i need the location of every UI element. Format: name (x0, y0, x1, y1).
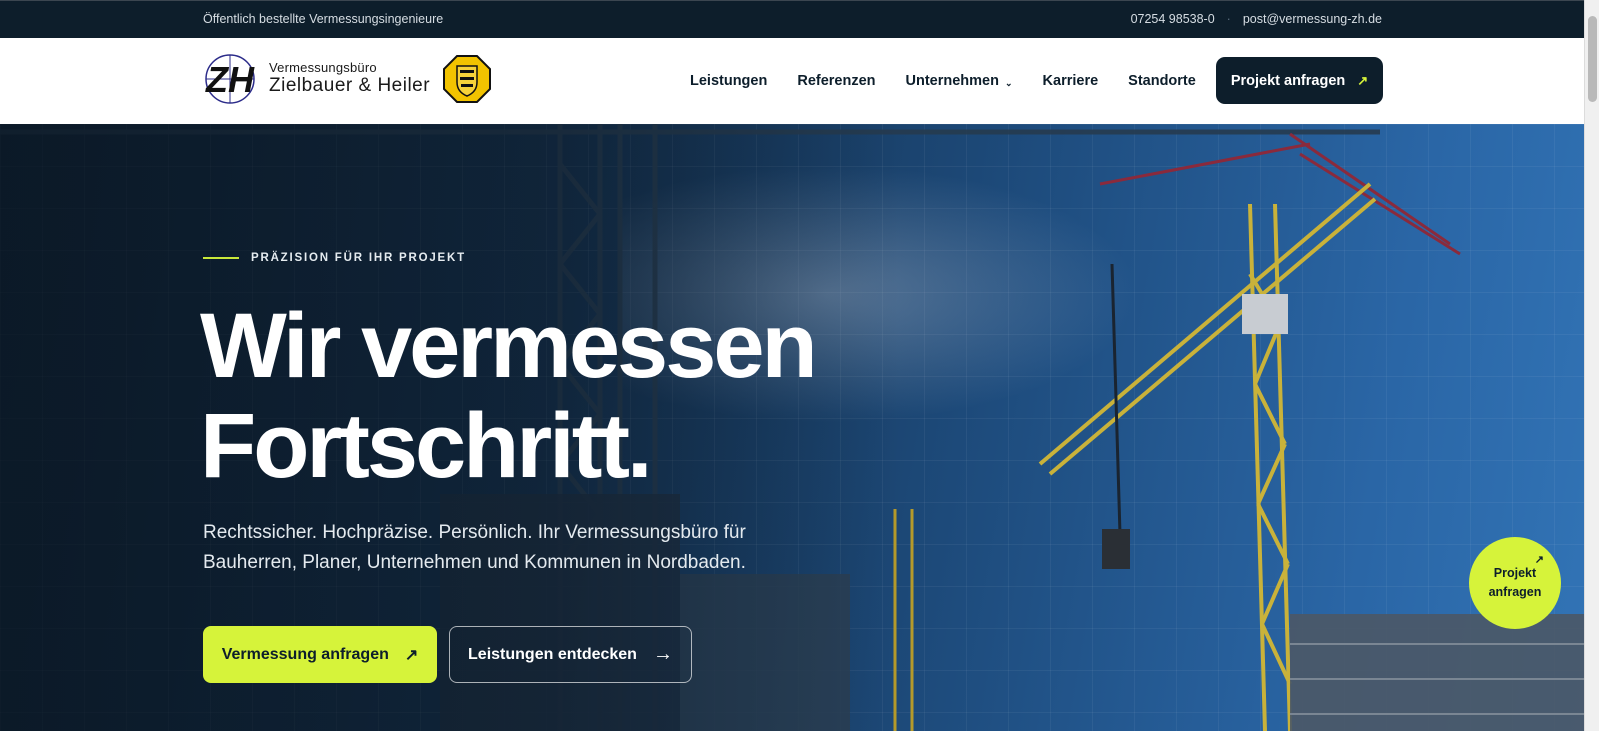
nav-item-karriere[interactable]: Karriere (1043, 72, 1099, 89)
floating-project-request-button[interactable]: ↗ Projekt anfragen (1469, 537, 1561, 629)
nav-item-standorte[interactable]: Standorte (1128, 72, 1196, 89)
logo[interactable]: ZH Vermessungsbüro Zielbauer & Heiler (203, 52, 492, 106)
headline-line-1: Wir vermessen (200, 295, 818, 397)
arrow-up-right-icon: ↗ (1357, 72, 1369, 88)
arrow-right-icon: → (652, 643, 673, 665)
nav-item-unternehmen[interactable]: Unternehmen ⌄ (906, 72, 1013, 89)
contact-info: 07254 98538-0 · post@vermessung-zh.de (1131, 12, 1382, 26)
state-crest-icon (443, 55, 492, 103)
arrow-up-right-icon: ↗ (404, 646, 419, 664)
hero-subtitle: Rechtssicher. Hochpräzise. Persönlich. I… (203, 522, 746, 573)
header-project-request-button[interactable]: Projekt anfragen ↗ (1216, 57, 1383, 104)
nav-item-referenzen[interactable]: Referenzen (797, 72, 875, 89)
email-link[interactable]: post@vermessung-zh.de (1243, 12, 1382, 26)
eyebrow-text: PRÄZISION FÜR IHR PROJEKT (251, 252, 466, 264)
request-survey-label: Vermessung anfragen (221, 645, 389, 663)
nav-item-unternehmen-label: Unternehmen (905, 72, 999, 89)
headline-line-2: Fortschritt. (200, 395, 653, 497)
logo-subtitle: Vermessungsbüro (269, 60, 377, 75)
chevron-down-icon: ⌄ (1004, 78, 1013, 88)
separator: · (1226, 12, 1231, 26)
discover-services-button[interactable]: Leistungen entdecken → (449, 626, 692, 683)
discover-services-label: Leistungen entdecken (468, 645, 637, 663)
float-cta-line-2: anfragen (1488, 585, 1542, 599)
header-cta-label: Projekt anfragen (1230, 72, 1346, 89)
scrollbar[interactable] (1584, 0, 1599, 731)
logo-title: Zielbauer & Heiler (269, 75, 431, 96)
zh-logo-icon: ZH (205, 54, 255, 104)
phone-link[interactable]: 07254 98538-0 (1131, 12, 1215, 26)
eyebrow-line (203, 257, 239, 259)
hero-section: PRÄZISION FÜR IHR PROJEKT Wir vermessen … (0, 124, 1584, 731)
tagline: Öffentlich bestellte Vermessungsingenieu… (203, 12, 444, 26)
scrollbar-thumb[interactable] (1588, 16, 1597, 102)
float-cta-line-1: Projekt (1493, 566, 1537, 580)
main-nav: Leistungen Referenzen Unternehmen ⌄ Karr… (690, 72, 1196, 89)
arrow-up-right-icon: ↗ (1534, 554, 1544, 566)
request-survey-button[interactable]: Vermessung anfragen ↗ (203, 626, 437, 683)
hero-eyebrow: PRÄZISION FÜR IHR PROJEKT (203, 252, 466, 264)
site-header: ZH Vermessungsbüro Zielbauer & Heiler Le… (0, 38, 1584, 124)
hero-headline: Wir vermessen Fortschritt. (200, 295, 818, 497)
top-info-bar: Öffentlich bestellte Vermessungsingenieu… (0, 0, 1584, 38)
svg-text:ZH: ZH (205, 59, 255, 100)
nav-item-leistungen[interactable]: Leistungen (690, 72, 767, 89)
